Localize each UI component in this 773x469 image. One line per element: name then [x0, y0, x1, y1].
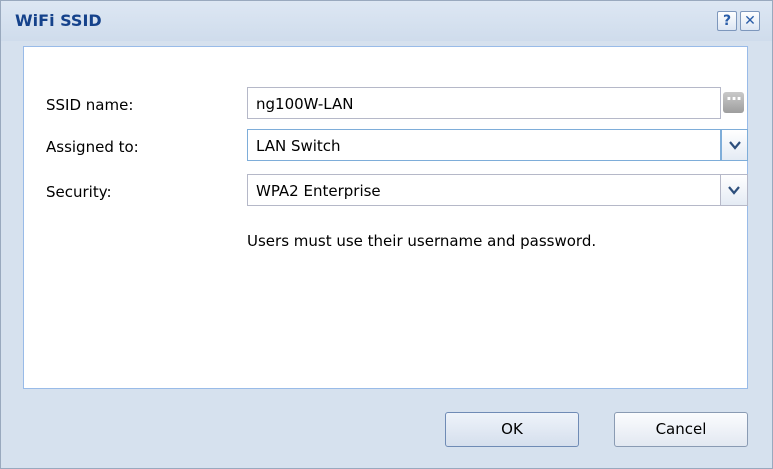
assigned-to-label: Assigned to: [46, 138, 139, 156]
security-value: WPA2 Enterprise [256, 182, 381, 200]
form-panel: SSID name: ng100W-LAN ··· Assigned to: L… [23, 46, 748, 389]
dialog-titlebar[interactable]: WiFi SSID ? ✕ [1, 1, 772, 41]
assigned-to-select[interactable]: LAN Switch [247, 129, 721, 161]
ok-button[interactable]: OK [445, 412, 579, 447]
wifi-ssid-dialog: WiFi SSID ? ✕ SSID name: ng100W-LAN ··· … [0, 0, 773, 469]
ssid-name-value: ng100W-LAN [256, 95, 354, 113]
ssid-name-field[interactable]: ng100W-LAN [247, 87, 721, 119]
ssid-name-button-area: ··· [687, 87, 748, 119]
security-dropdown-button[interactable] [721, 174, 748, 206]
chevron-down-icon [728, 186, 740, 195]
close-icon[interactable]: ✕ [740, 11, 760, 31]
security-label: Security: [46, 183, 112, 201]
assigned-to-value: LAN Switch [256, 137, 341, 155]
cancel-button[interactable]: Cancel [614, 412, 748, 447]
security-hint-text: Users must use their username and passwo… [247, 232, 597, 250]
chevron-down-icon [729, 141, 741, 150]
assigned-to-dropdown-button[interactable] [721, 129, 748, 161]
dialog-title: WiFi SSID [15, 11, 102, 30]
help-icon[interactable]: ? [717, 11, 737, 31]
ellipsis-icon[interactable]: ··· [723, 91, 744, 113]
security-select[interactable]: WPA2 Enterprise [247, 174, 721, 206]
ssid-name-label: SSID name: [46, 96, 134, 114]
